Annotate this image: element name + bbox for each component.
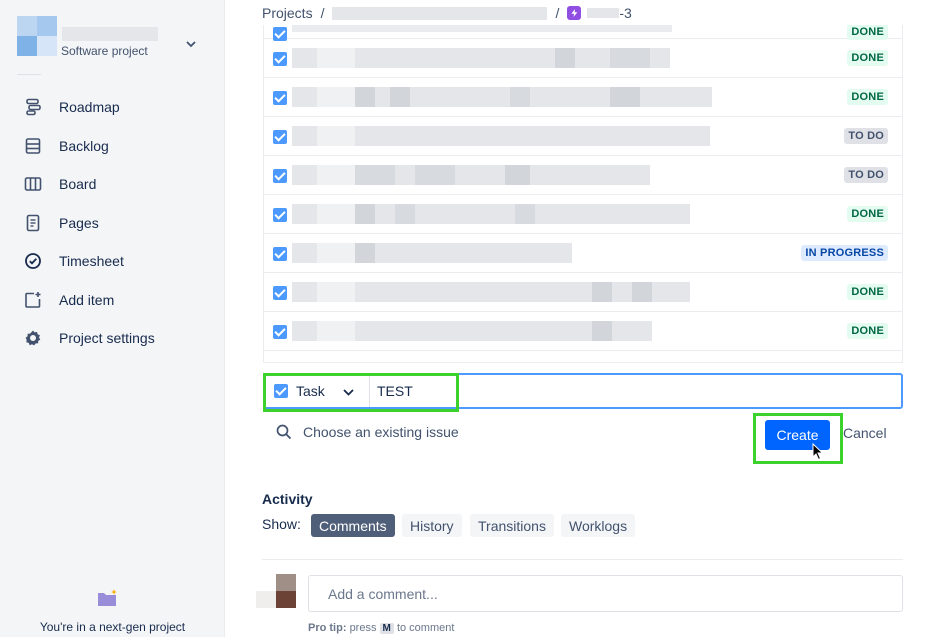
issue-summary-redacted	[292, 25, 672, 32]
sidebar: Software project Roadmap Backlog Board P…	[0, 0, 225, 637]
sidebar-item-label: Project settings	[59, 330, 155, 347]
project-name-redacted	[62, 27, 158, 41]
table-row[interactable]: TO DO	[264, 156, 902, 195]
checkbox-icon	[273, 247, 287, 261]
choose-existing-issue[interactable]: Choose an existing issue	[276, 424, 459, 440]
issue-summary-redacted	[292, 243, 572, 263]
add-item-icon	[22, 289, 44, 311]
breadcrumb: Projects / / -3	[262, 5, 632, 21]
breadcrumb-project-redacted[interactable]	[332, 6, 548, 20]
status-badge: DONE	[847, 206, 888, 222]
checkbox-icon	[273, 52, 287, 66]
pages-icon	[22, 212, 44, 234]
tab-comments[interactable]: Comments	[311, 514, 395, 537]
chevron-down-icon[interactable]	[186, 36, 196, 51]
sidebar-divider	[17, 74, 41, 75]
search-icon	[276, 424, 292, 440]
sidebar-item-roadmap[interactable]: Roadmap	[0, 88, 225, 127]
sidebar-item-label: Timesheet	[59, 253, 124, 270]
project-avatar[interactable]	[17, 16, 57, 56]
issue-summary-redacted	[292, 48, 670, 68]
status-badge: TO DO	[844, 167, 888, 183]
tab-transitions[interactable]: Transitions	[470, 514, 554, 537]
table-row[interactable]: DONE	[264, 78, 902, 117]
checkbox-icon	[273, 169, 287, 183]
issue-summary-redacted	[292, 126, 710, 146]
comment-input[interactable]: Add a comment...	[308, 575, 903, 612]
child-issue-list: DONE DONE DONE TO DO TO DO DONE IN PROGR…	[263, 25, 903, 363]
pro-tip-press: press	[349, 622, 377, 634]
table-row[interactable]: DONE	[264, 312, 902, 351]
timesheet-icon	[22, 250, 44, 272]
status-badge: TO DO	[844, 128, 888, 144]
sidebar-item-label: Roadmap	[59, 99, 120, 116]
next-gen-notice[interactable]: You're in a next-gen project	[0, 620, 225, 634]
pro-tip: Pro tip: press M to comment	[308, 622, 454, 634]
checkbox-icon	[273, 286, 287, 300]
breadcrumb-separator: /	[555, 5, 560, 21]
table-row[interactable]: DONE	[264, 195, 902, 234]
sidebar-item-label: Add item	[59, 291, 115, 308]
status-badge: DONE	[847, 50, 888, 66]
project-type: Software project	[61, 44, 148, 58]
tab-worklogs[interactable]: Worklogs	[561, 514, 636, 537]
sidebar-item-board[interactable]: Board	[0, 165, 225, 204]
breadcrumb-separator: /	[320, 5, 325, 21]
sidebar-item-label: Backlog	[59, 137, 109, 154]
field-divider	[369, 375, 370, 407]
issue-key-redacted	[587, 8, 620, 18]
pro-tip-suffix: to comment	[396, 622, 455, 634]
issue-summary-redacted	[292, 321, 652, 341]
issue-summary-redacted	[292, 165, 650, 185]
sidebar-item-pages[interactable]: Pages	[0, 204, 225, 243]
issue-summary-redacted	[292, 282, 690, 302]
breadcrumb-projects[interactable]: Projects	[262, 5, 313, 21]
checkbox-icon	[273, 91, 287, 105]
task-icon	[274, 384, 288, 398]
epic-icon	[567, 6, 582, 20]
status-badge: DONE	[847, 284, 888, 300]
board-icon	[22, 173, 44, 195]
gear-icon	[22, 327, 44, 349]
issue-summary-redacted	[292, 87, 712, 107]
issue-key-suffix[interactable]: -3	[619, 5, 631, 21]
avatar	[256, 574, 296, 608]
sidebar-item-backlog[interactable]: Backlog	[0, 127, 225, 166]
table-row[interactable]: DONE	[264, 25, 902, 41]
table-row[interactable]: DONE	[264, 273, 902, 312]
status-badge: IN PROGRESS	[801, 245, 888, 261]
keyboard-key: M	[379, 623, 394, 634]
status-badge: DONE	[847, 25, 888, 40]
checkbox-icon	[273, 325, 287, 339]
sidebar-item-label: Pages	[59, 214, 99, 231]
sidebar-item-project-settings[interactable]: Project settings	[0, 319, 225, 358]
roadmap-icon	[22, 96, 44, 118]
chevron-down-icon	[343, 383, 354, 399]
cancel-button[interactable]: Cancel	[843, 425, 887, 441]
pro-tip-label: Pro tip:	[308, 622, 347, 634]
show-label: Show:	[262, 516, 301, 532]
choose-existing-label: Choose an existing issue	[303, 424, 459, 440]
checkbox-icon	[273, 130, 287, 144]
sidebar-item-label: Board	[59, 176, 97, 193]
tab-history[interactable]: History	[402, 514, 462, 537]
status-badge: DONE	[847, 323, 888, 339]
summary-input[interactable]	[377, 380, 877, 402]
table-row[interactable]: IN PROGRESS	[264, 234, 902, 273]
backlog-icon	[22, 135, 44, 157]
sidebar-nav: Roadmap Backlog Board Pages Timesheet Ad…	[0, 88, 225, 358]
sidebar-item-timesheet[interactable]: Timesheet	[0, 242, 225, 281]
activity-heading: Activity	[262, 491, 313, 507]
issue-summary-redacted	[292, 204, 690, 224]
mouse-cursor-icon	[812, 442, 824, 466]
table-row[interactable]: TO DO	[264, 117, 902, 156]
checkbox-icon	[273, 208, 287, 222]
issue-type-label: Task	[296, 383, 325, 399]
issue-type-select[interactable]: Task	[264, 374, 368, 408]
status-badge: DONE	[847, 89, 888, 105]
sidebar-item-add-item[interactable]: Add item	[0, 281, 225, 320]
folder-sparkle-icon	[97, 589, 119, 607]
activity-divider	[262, 559, 903, 560]
table-row[interactable]: DONE	[264, 39, 902, 78]
